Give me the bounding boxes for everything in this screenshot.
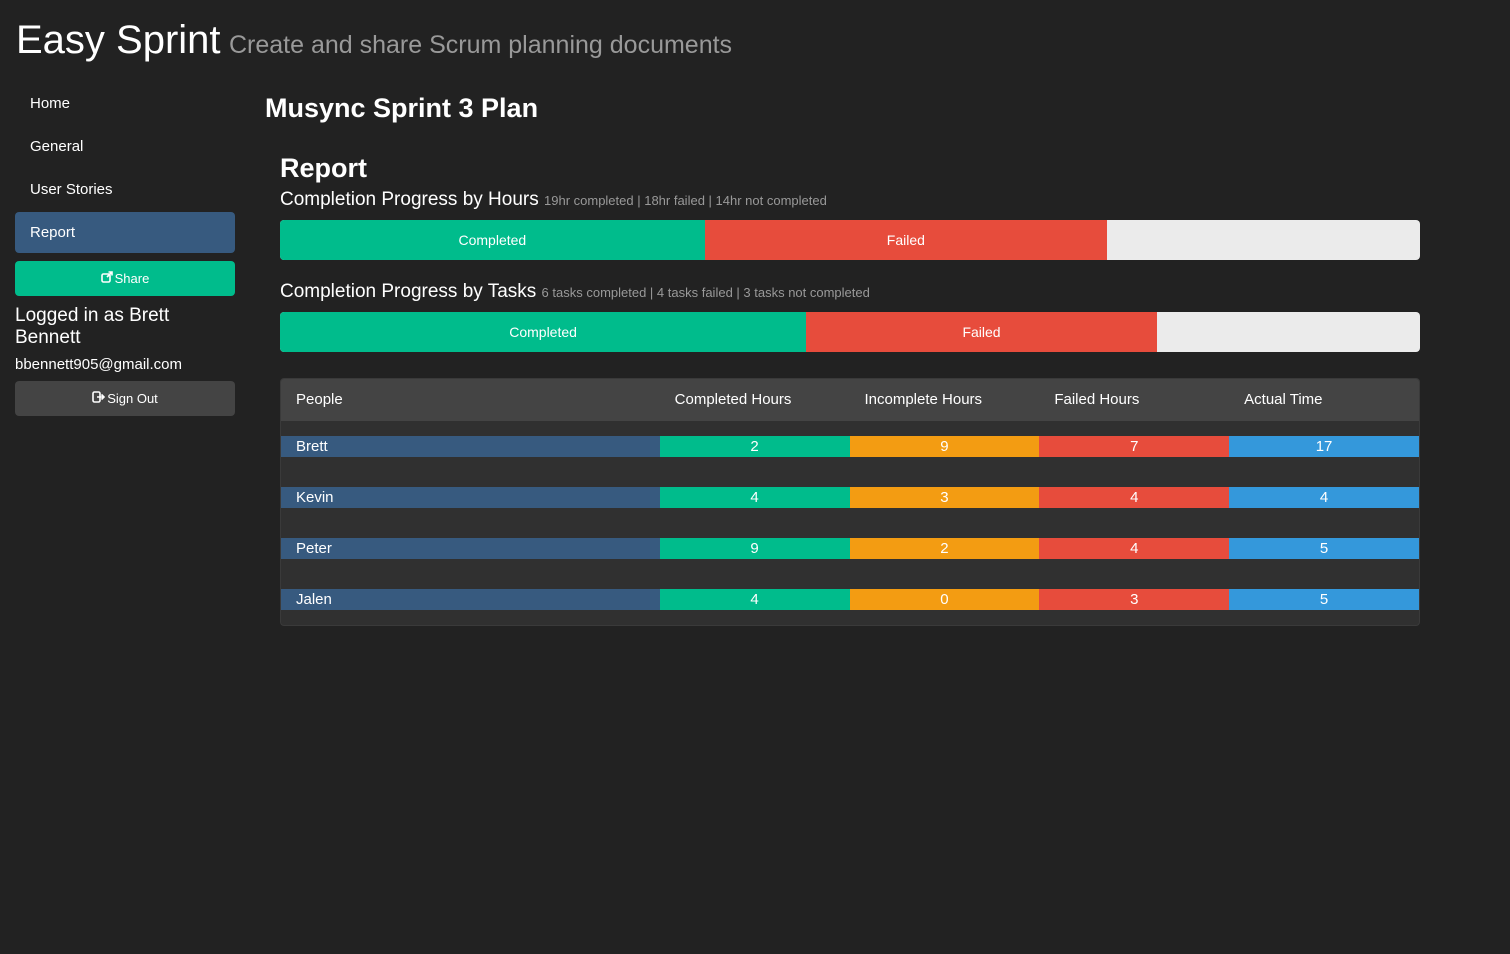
sprint-title: Musync Sprint 3 Plan xyxy=(265,93,539,123)
header-incomplete-hours: Incomplete Hours xyxy=(864,391,983,408)
person-name: Jalen xyxy=(281,589,660,610)
actual-time-cell: 5 xyxy=(1229,538,1419,559)
table-footer-spacer xyxy=(281,610,1419,625)
hours-progress-title: Completion Progress by Hours xyxy=(280,189,539,210)
tasks-progress-note: 6 tasks completed | 4 tasks failed | 3 t… xyxy=(541,285,870,300)
share-icon xyxy=(100,261,113,296)
tasks-progress-heading: Completion Progress by Tasks 6 tasks com… xyxy=(280,281,1420,303)
app-title: Easy Sprint xyxy=(16,18,221,62)
hours-progress-heading: Completion Progress by Hours 19hr comple… xyxy=(280,189,1420,211)
failed-hours-cell: 7 xyxy=(1039,436,1230,457)
main-content: Musync Sprint 3 Plan Report Completion P… xyxy=(265,93,1420,626)
incomplete-hours-cell: 2 xyxy=(849,538,1040,559)
table-row: Brett 2 9 7 17 xyxy=(281,436,1419,457)
user-email: bbennett905@gmail.com xyxy=(15,356,182,373)
tasks-failed-segment: Failed xyxy=(806,312,1157,352)
hours-failed-segment: Failed xyxy=(704,220,1108,260)
header-completed-hours: Completed Hours xyxy=(674,391,792,408)
completed-hours-cell: 9 xyxy=(659,538,850,559)
table-header: People Completed Hours Incomplete Hours … xyxy=(281,379,1419,421)
failed-hours-cell: 3 xyxy=(1039,589,1230,610)
incomplete-hours-cell: 3 xyxy=(849,487,1040,508)
actual-time-cell: 4 xyxy=(1229,487,1419,508)
app-header: Easy Sprint Create and share Scrum plann… xyxy=(16,18,732,63)
person-name: Peter xyxy=(281,538,660,559)
completed-hours-cell: 2 xyxy=(659,436,850,457)
sign-out-icon xyxy=(92,381,106,416)
person-name: Brett xyxy=(281,436,660,457)
sidebar-item-general[interactable]: General xyxy=(15,126,235,167)
share-button[interactable]: Share xyxy=(15,261,235,296)
failed-hours-cell: 4 xyxy=(1039,487,1230,508)
table-row: Peter 9 2 4 5 xyxy=(281,538,1419,559)
app-tagline: Create and share Scrum planning document… xyxy=(228,31,733,59)
actual-time-cell: 17 xyxy=(1229,436,1419,457)
table-row: Jalen 4 0 3 5 xyxy=(281,589,1419,610)
table-row: Kevin 4 3 4 4 xyxy=(281,487,1419,508)
header-people: People xyxy=(296,391,343,408)
sidebar: Home General User Stories Report Share L… xyxy=(15,83,235,416)
completed-hours-cell: 4 xyxy=(659,589,850,610)
report-section: Report Completion Progress by Hours 19hr… xyxy=(280,153,1420,373)
sidebar-item-home[interactable]: Home xyxy=(15,83,235,124)
completed-hours-cell: 4 xyxy=(659,487,850,508)
tasks-completed-segment: Completed xyxy=(280,312,807,352)
people-hours-table: People Completed Hours Incomplete Hours … xyxy=(280,378,1420,626)
header-actual-time: Actual Time xyxy=(1244,391,1323,408)
tasks-progress-title: Completion Progress by Tasks xyxy=(280,281,537,302)
incomplete-hours-cell: 9 xyxy=(849,436,1040,457)
sign-out-button[interactable]: Sign Out xyxy=(15,381,235,416)
hours-progress-bar: Completed Failed xyxy=(280,220,1420,260)
actual-time-cell: 5 xyxy=(1229,589,1419,610)
header-failed-hours: Failed Hours xyxy=(1054,391,1140,408)
tasks-progress-bar: Completed Failed xyxy=(280,312,1420,352)
report-title: Report xyxy=(280,153,367,183)
hours-completed-segment: Completed xyxy=(280,220,705,260)
failed-hours-cell: 4 xyxy=(1039,538,1230,559)
incomplete-hours-cell: 0 xyxy=(849,589,1040,610)
logged-in-text: Logged in as Brett Bennett xyxy=(15,305,170,348)
person-name: Kevin xyxy=(281,487,660,508)
hours-progress-note: 19hr completed | 18hr failed | 14hr not … xyxy=(544,193,827,208)
sign-out-button-label: Sign Out xyxy=(107,391,158,406)
sidebar-item-user-stories[interactable]: User Stories xyxy=(15,169,235,210)
sidebar-item-report[interactable]: Report xyxy=(15,212,235,253)
share-button-label: Share xyxy=(114,271,150,286)
